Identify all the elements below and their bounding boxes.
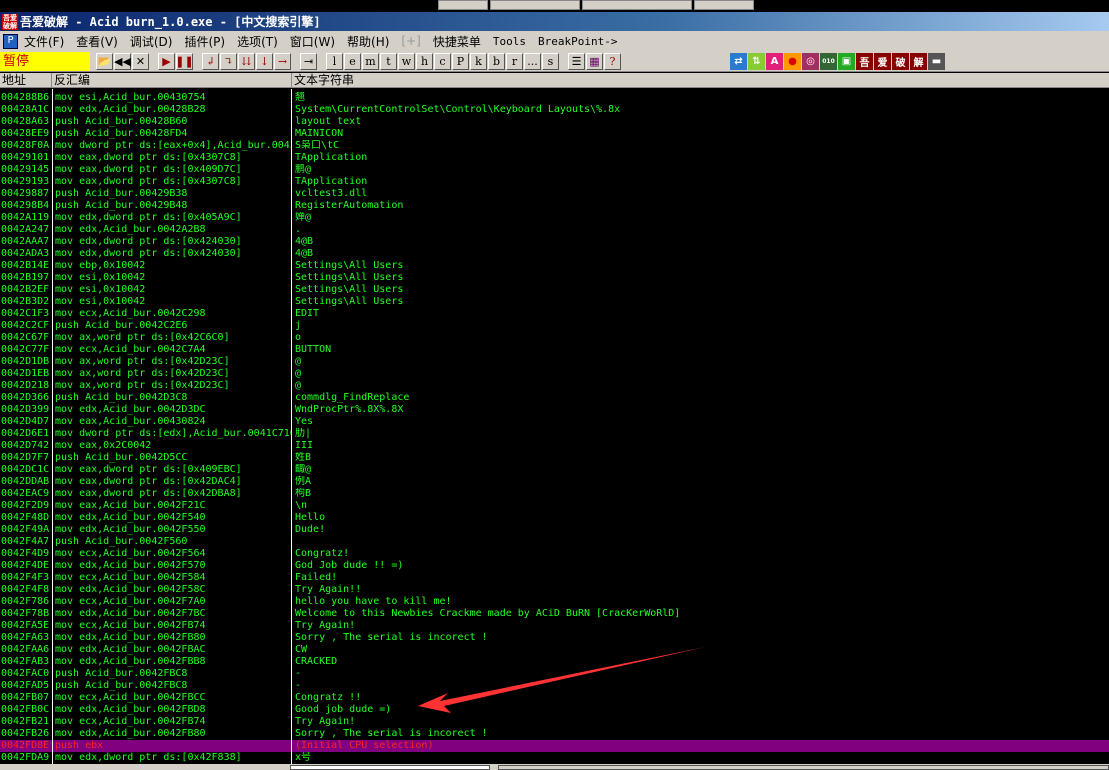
arrow-icon <box>418 647 705 713</box>
search-input[interactable] <box>290 765 490 770</box>
red-arrow-annotation <box>418 647 705 713</box>
status-field <box>498 765 1109 770</box>
bottom-bar <box>0 764 1109 770</box>
